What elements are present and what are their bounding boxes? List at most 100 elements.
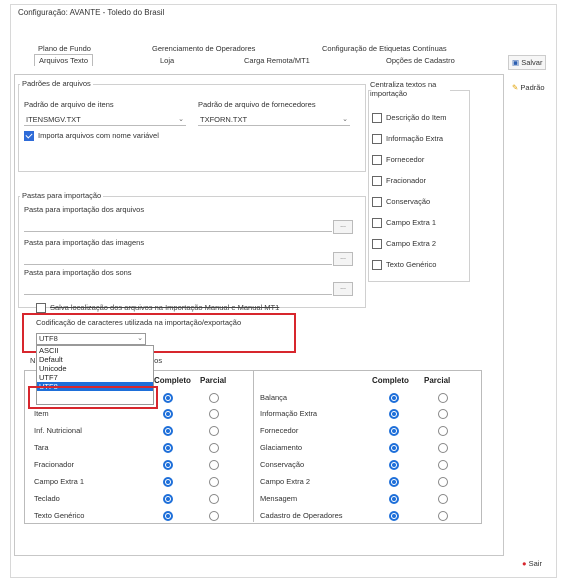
encoding-option[interactable]: ASCII bbox=[37, 346, 153, 355]
grid-row-label: Balança bbox=[260, 393, 288, 402]
files-folder-browse-button[interactable]: ... bbox=[333, 220, 353, 234]
center-option-checkbox[interactable] bbox=[372, 218, 382, 228]
radio-complete[interactable] bbox=[389, 426, 399, 436]
item-pattern-combo[interactable]: ITENSMGV.TXT ⌄ bbox=[24, 114, 186, 126]
radio-partial[interactable] bbox=[438, 477, 448, 487]
radio-partial[interactable] bbox=[438, 494, 448, 504]
radio-complete[interactable] bbox=[163, 511, 173, 521]
tab-arquivos-texto[interactable]: Arquivos Texto bbox=[34, 54, 94, 66]
center-option-checkbox[interactable] bbox=[372, 260, 382, 270]
tab-plano-de-fundo[interactable]: Plano de Fundo bbox=[38, 44, 91, 53]
grid-row-label: Fornecedor bbox=[260, 426, 299, 435]
center-option-label: Fornecedor bbox=[386, 155, 425, 164]
radio-complete[interactable] bbox=[389, 460, 399, 470]
radio-partial[interactable] bbox=[209, 409, 219, 419]
radio-complete[interactable] bbox=[389, 511, 399, 521]
default-button-label: Padrão bbox=[520, 83, 545, 92]
supplier-pattern-combo[interactable]: TXFORN.TXT ⌄ bbox=[198, 114, 350, 126]
center-option-checkbox[interactable] bbox=[372, 197, 382, 207]
radio-partial[interactable] bbox=[438, 426, 448, 436]
grid-row-label: Glaciamento bbox=[260, 443, 303, 452]
manual-location-checkbox[interactable] bbox=[36, 303, 46, 313]
center-option-checkbox[interactable] bbox=[372, 134, 382, 144]
radio-partial[interactable] bbox=[438, 511, 448, 521]
encoding-option[interactable]: UTF7 bbox=[37, 373, 153, 382]
variable-name-checkbox[interactable] bbox=[24, 131, 34, 141]
center-option-label: Conservação bbox=[386, 197, 431, 206]
tab-loja[interactable]: Loja bbox=[160, 56, 174, 65]
save-button[interactable]: ▣ Salvar bbox=[508, 55, 547, 70]
tab-etiquetas-continuas[interactable]: Configuração de Etiquetas Contínuas bbox=[322, 44, 447, 53]
exit-icon: ● bbox=[522, 559, 527, 568]
supplier-pattern-value: TXFORN.TXT bbox=[200, 115, 248, 124]
center-text-group-title: Centraliza textos na importação bbox=[370, 80, 450, 98]
radio-complete[interactable] bbox=[389, 494, 399, 504]
sounds-folder-input[interactable] bbox=[24, 283, 332, 295]
default-icon: ✎ bbox=[512, 83, 519, 92]
radio-partial[interactable] bbox=[209, 460, 219, 470]
center-option-checkbox[interactable] bbox=[372, 113, 382, 123]
grid-section-prefix: N bbox=[30, 356, 36, 365]
center-option-label: Informação Extra bbox=[386, 134, 444, 143]
radio-complete[interactable] bbox=[163, 460, 173, 470]
grid-row-label: Mensagem bbox=[260, 494, 298, 503]
tab-gerenciamento-operadores[interactable]: Gerenciamento de Operadores bbox=[152, 44, 255, 53]
encoding-value: UTF8 bbox=[39, 334, 58, 343]
exit-button[interactable]: ● Sair bbox=[518, 556, 546, 571]
radio-partial[interactable] bbox=[209, 393, 219, 403]
selected-option-highlight bbox=[28, 386, 158, 409]
radio-partial[interactable] bbox=[438, 393, 448, 403]
center-option-checkbox[interactable] bbox=[372, 239, 382, 249]
encoding-option[interactable]: Unicode bbox=[37, 364, 153, 373]
left-partial-header: Parcial bbox=[200, 376, 227, 385]
grid-row-label: Fracionador bbox=[34, 460, 75, 469]
images-folder-browse-button[interactable]: ... bbox=[333, 252, 353, 266]
radio-complete[interactable] bbox=[163, 477, 173, 487]
radio-partial[interactable] bbox=[209, 511, 219, 521]
radio-partial[interactable] bbox=[209, 477, 219, 487]
grid-divider bbox=[253, 370, 254, 522]
save-button-label: Salvar bbox=[521, 58, 543, 67]
images-folder-input[interactable] bbox=[24, 253, 332, 265]
sounds-folder-browse-button[interactable]: ... bbox=[333, 282, 353, 296]
radio-partial[interactable] bbox=[438, 443, 448, 453]
radio-complete[interactable] bbox=[389, 443, 399, 453]
radio-partial[interactable] bbox=[209, 426, 219, 436]
encoding-combo[interactable]: UTF8 ⌄ bbox=[36, 333, 146, 345]
default-button[interactable]: ✎ Padrão bbox=[508, 80, 549, 95]
chevron-down-icon: ⌄ bbox=[178, 116, 184, 123]
radio-complete[interactable] bbox=[389, 393, 399, 403]
exit-button-label: Sair bbox=[528, 559, 542, 568]
radio-complete[interactable] bbox=[163, 494, 173, 504]
tab-opcoes-cadastro[interactable]: Opções de Cadastro bbox=[386, 56, 455, 65]
radio-partial[interactable] bbox=[209, 443, 219, 453]
grid-row-label: Item bbox=[34, 409, 49, 418]
encoding-option[interactable]: Default bbox=[37, 355, 153, 364]
encoding-label: Codificação de caracteres utilizada na i… bbox=[36, 318, 242, 327]
center-option-label: Descrição do Item bbox=[386, 113, 447, 122]
center-option-checkbox[interactable] bbox=[372, 176, 382, 186]
save-icon: ▣ bbox=[512, 58, 520, 67]
files-folder-input[interactable] bbox=[24, 220, 332, 232]
window-title: Configuração: AVANTE - Toledo do Brasil bbox=[18, 8, 165, 17]
center-option-checkbox[interactable] bbox=[372, 155, 382, 165]
grid-row-label: Campo Extra 2 bbox=[260, 477, 311, 486]
tab-carga-remota[interactable]: Carga Remota/MT1 bbox=[244, 56, 310, 65]
center-option-label: Campo Extra 2 bbox=[386, 239, 437, 248]
radio-partial[interactable] bbox=[209, 494, 219, 504]
radio-complete[interactable] bbox=[389, 409, 399, 419]
item-pattern-label: Padrão de arquivo de itens bbox=[24, 100, 114, 109]
radio-complete[interactable] bbox=[163, 393, 173, 403]
radio-complete[interactable] bbox=[163, 426, 173, 436]
radio-partial[interactable] bbox=[438, 460, 448, 470]
radio-complete[interactable] bbox=[389, 477, 399, 487]
radio-partial[interactable] bbox=[438, 409, 448, 419]
radio-complete[interactable] bbox=[163, 443, 173, 453]
chevron-down-icon: ⌄ bbox=[137, 335, 143, 342]
radio-complete[interactable] bbox=[163, 409, 173, 419]
grid-row-label: Teclado bbox=[34, 494, 60, 503]
item-pattern-value: ITENSMGV.TXT bbox=[26, 115, 81, 124]
right-partial-header: Parcial bbox=[424, 376, 451, 385]
center-option-label: Fracionador bbox=[386, 176, 427, 185]
grid-row-label: Cadastro de Operadores bbox=[260, 511, 343, 520]
